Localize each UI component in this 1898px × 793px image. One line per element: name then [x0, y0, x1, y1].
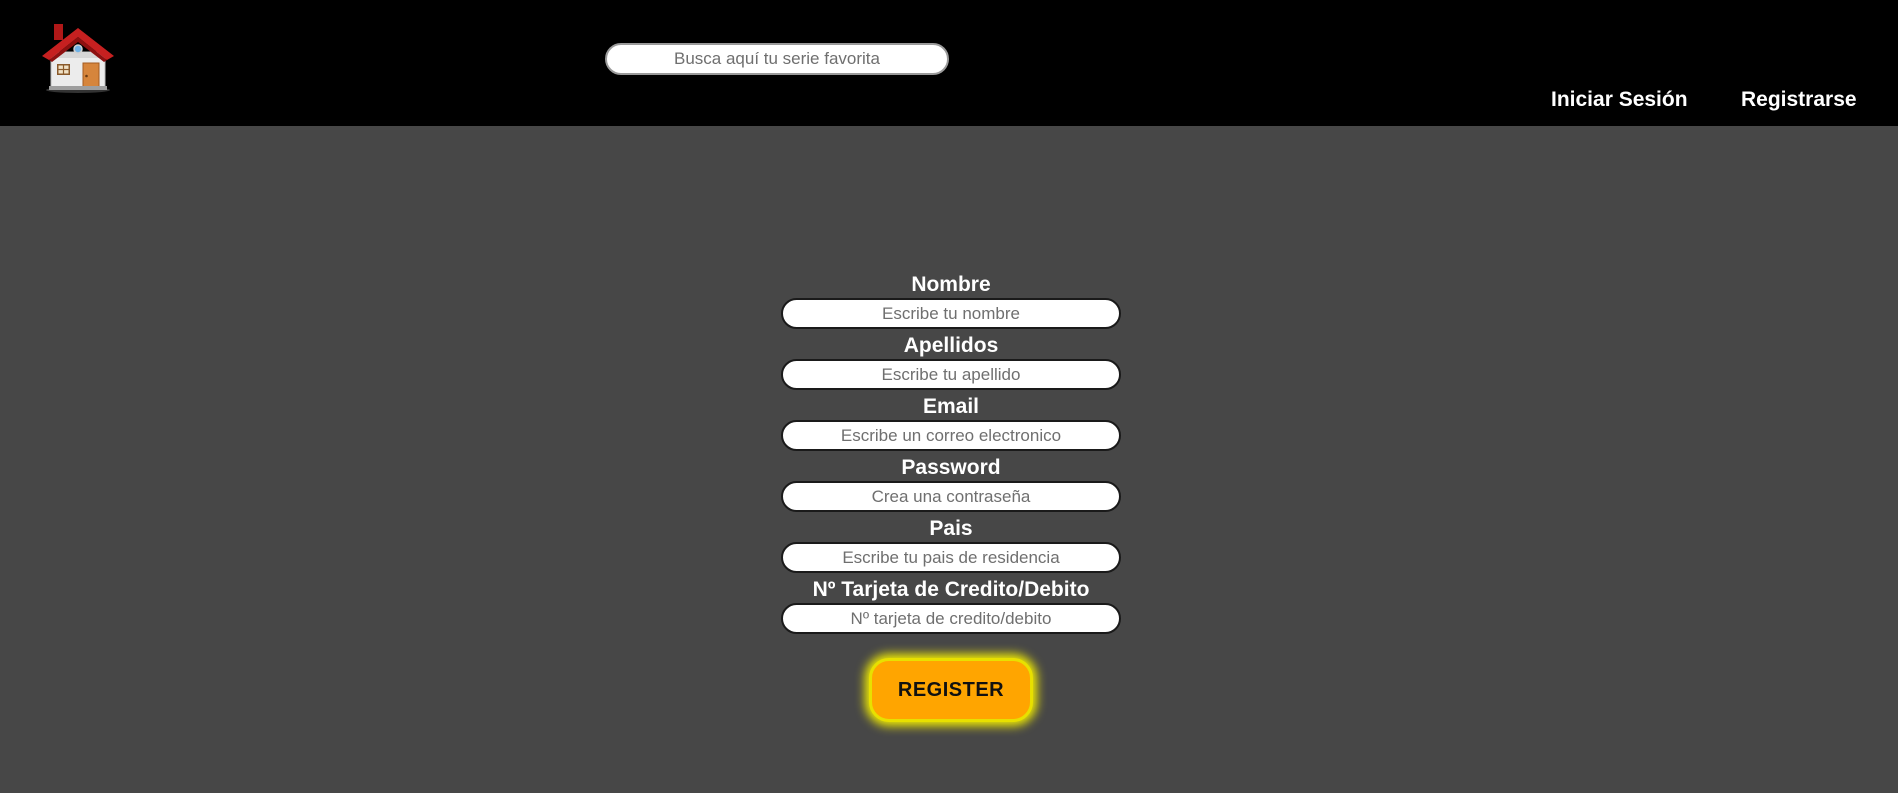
- field-password: Password: [781, 455, 1121, 512]
- nombre-label: Nombre: [911, 273, 991, 296]
- login-link[interactable]: Iniciar Sesión: [1551, 88, 1688, 112]
- house-icon[interactable]: [40, 22, 116, 94]
- apellidos-input[interactable]: [781, 359, 1121, 390]
- tarjeta-label: Nº Tarjeta de Credito/Debito: [812, 578, 1090, 601]
- field-tarjeta: Nº Tarjeta de Credito/Debito: [781, 577, 1121, 634]
- registration-form: Nombre Apellidos Email Password Pais Nº …: [781, 272, 1121, 638]
- email-label: Email: [922, 395, 980, 418]
- apellidos-label: Apellidos: [903, 334, 999, 357]
- search-input[interactable]: [605, 43, 949, 75]
- email-input[interactable]: [781, 420, 1121, 451]
- pais-label: Pais: [929, 517, 973, 540]
- nombre-input[interactable]: [781, 298, 1121, 329]
- register-link[interactable]: Registrarse: [1741, 88, 1857, 112]
- register-button[interactable]: REGISTER: [869, 658, 1033, 722]
- field-pais: Pais: [781, 516, 1121, 573]
- password-input[interactable]: [781, 481, 1121, 512]
- pais-input[interactable]: [781, 542, 1121, 573]
- field-nombre: Nombre: [781, 272, 1121, 329]
- field-apellidos: Apellidos: [781, 333, 1121, 390]
- top-navbar: Iniciar Sesión Registrarse: [0, 0, 1898, 126]
- field-email: Email: [781, 394, 1121, 451]
- tarjeta-input[interactable]: [781, 603, 1121, 634]
- password-label: Password: [901, 456, 1001, 479]
